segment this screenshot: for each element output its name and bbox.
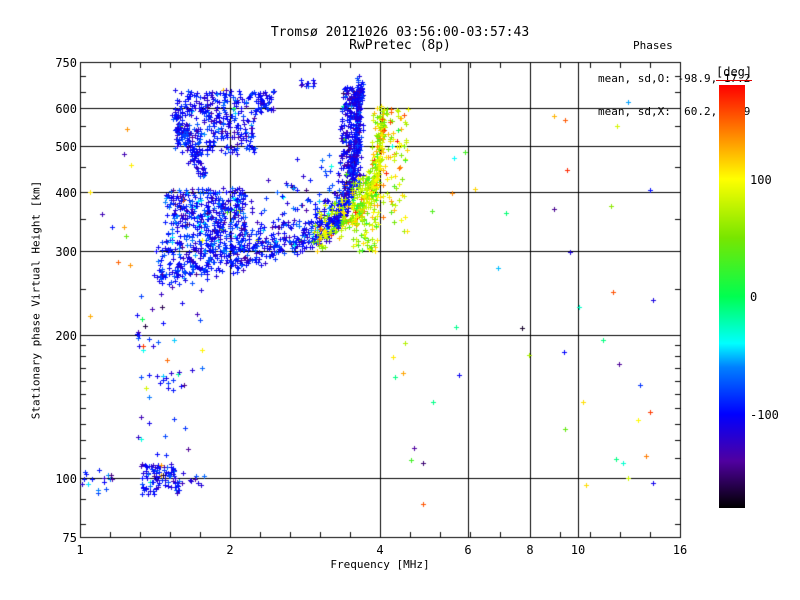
x-tick-label-6: 6 [464,543,472,557]
colorbar-tick-neg100: -100 [750,408,779,422]
y-tick-label-400: 400 [55,186,77,200]
ionogram-plot: Tromsø 20121026 03:56:00-03:57:43 RwPret… [0,0,800,600]
y-tick-label-200: 200 [55,329,77,343]
y-tick-label-300: 300 [55,245,77,259]
colorbar-tick-100: 100 [750,173,772,187]
x-tick-label-10: 10 [570,543,586,557]
x-tick-label-4: 4 [376,543,384,557]
x-tick-label-1: 1 [76,543,84,557]
colorbar-gradient [719,85,745,508]
y-tick-label-600: 600 [55,102,77,116]
x-tick-label-8: 8 [526,543,534,557]
y-axis-title: Stationary phase Virtual Height [km] [29,180,43,420]
colorbar-tick-0: 0 [750,290,758,304]
x-tick-label-16: 16 [672,543,688,557]
phase-stats-title: Phases [633,39,673,52]
y-tick-label-500: 500 [55,140,77,154]
plot-subtitle: RwPretec (8p) [349,38,451,53]
y-tick-label-75: 75 [62,531,77,545]
y-tick-label-100: 100 [55,472,77,486]
y-tick-label-750: 750 [55,56,77,70]
colorbar-units-label: [deg] [716,65,753,81]
x-axis-title: Frequency [MHz] [330,558,430,571]
x-tick-label-2: 2 [226,543,234,557]
